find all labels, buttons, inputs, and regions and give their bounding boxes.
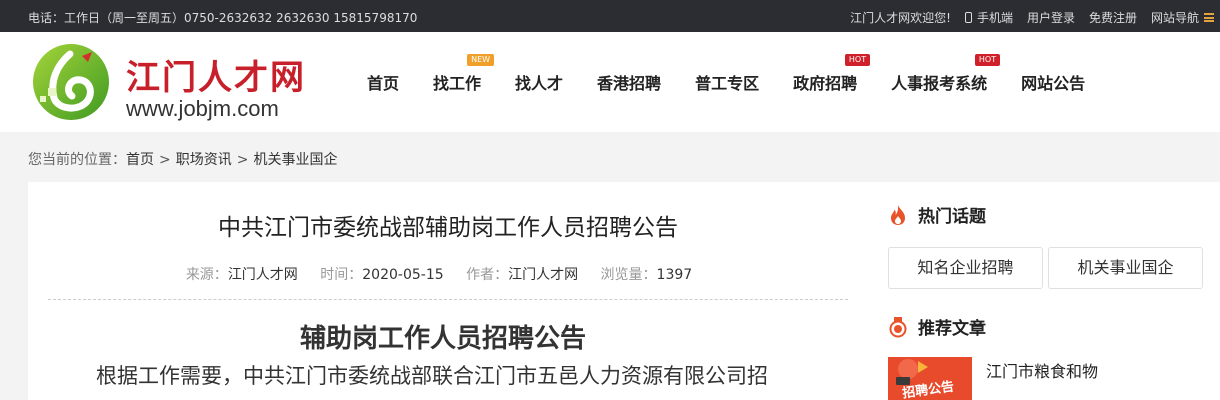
author-label: 作者： — [466, 267, 509, 283]
breadcrumb-category[interactable]: 机关事业国企 — [253, 152, 337, 168]
logo-name: 江门人才网 — [126, 58, 306, 98]
medal-icon — [889, 316, 907, 337]
recommend-title: 推荐文章 — [918, 319, 986, 339]
header: 江门人才网 www.jobjm.com 首页 找工作 NEW 找人才 香港招聘 普… — [0, 32, 1220, 132]
source-label: 来源： — [185, 267, 228, 283]
article-thumbnail[interactable]: 招聘公告 — [888, 357, 972, 400]
hot-badge: HOT — [974, 54, 1001, 66]
mobile-label: 手机端 — [976, 11, 1013, 25]
welcome-text: 江门人才网欢迎您! — [850, 11, 951, 25]
article-meta: 来源：江门人才网 时间：2020-05-15 作者：江门人才网 浏览量：1397 — [28, 264, 868, 284]
login-link[interactable]: 用户登录 — [1027, 9, 1075, 26]
time-value: 2020-05-15 — [362, 267, 444, 283]
nav-label: 普工专区 — [695, 74, 760, 93]
register-link[interactable]: 免费注册 — [1089, 9, 1137, 26]
mobile-link[interactable]: 手机端 — [964, 9, 1013, 26]
breadcrumb: 您当前的位置：首页 > 职场资讯 > 机关事业国企 — [28, 149, 337, 169]
source-value: 江门人才网 — [227, 267, 298, 283]
nav-label: 政府招聘 — [793, 74, 858, 93]
menu-icon — [1204, 13, 1214, 22]
time-label: 时间： — [320, 267, 363, 283]
nav-label: 首页 — [367, 74, 400, 93]
nav-label: 人事报考系统 — [891, 74, 988, 93]
top-bar-links: 江门人才网欢迎您! 手机端 用户登录 免费注册 网站导航 — [850, 9, 1220, 26]
topic-tag[interactable]: 机关事业国企 — [1048, 247, 1203, 289]
hot-topics-title: 热门话题 — [918, 207, 986, 227]
nav-hk-jobs[interactable]: 香港招聘 — [580, 70, 678, 94]
nav-find-job[interactable]: 找工作 NEW — [416, 54, 498, 94]
hot-badge: HOT — [844, 54, 871, 66]
nav-find-talent[interactable]: 找人才 — [498, 70, 580, 94]
article-title: 中共江门市委统战部辅助岗工作人员招聘公告 — [218, 215, 678, 241]
flame-icon — [891, 204, 905, 225]
nav-general-workers[interactable]: 普工专区 — [678, 70, 776, 94]
nav-gov-jobs[interactable]: 政府招聘 HOT — [776, 54, 874, 94]
breadcrumb-news[interactable]: 职场资讯 — [176, 152, 232, 168]
hot-topics-heading: 热门话题 — [888, 202, 986, 227]
new-badge: NEW — [467, 54, 495, 66]
site-logo[interactable]: 江门人才网 www.jobjm.com — [30, 40, 320, 124]
nav-label: 网站公告 — [1021, 74, 1086, 93]
nav-label: 香港招聘 — [597, 74, 662, 93]
logo-url: www.jobjm.com — [126, 96, 279, 121]
content-paragraph: 根据工作需要，中共江门市委统战部联合江门市五邑人力资源有限公司招 — [96, 364, 768, 388]
contact-info: 电话：工作日（周一至周五）0750-2632632 2632630 158157… — [28, 11, 418, 25]
phone-icon — [964, 12, 972, 23]
breadcrumb-prefix: 您当前的位置： — [28, 152, 126, 168]
site-nav-link[interactable]: 网站导航 — [1151, 9, 1214, 26]
sidebar: 热门话题 知名企业招聘 机关事业国企 推荐文章 招聘公告 江门市粮食和物 — [868, 182, 1220, 400]
top-bar: 电话：工作日（周一至周五）0750-2632632 2632630 158157… — [0, 0, 1220, 32]
site-nav-label: 网站导航 — [1150, 11, 1199, 25]
recommend-heading: 推荐文章 — [888, 314, 986, 339]
topic-tag[interactable]: 知名企业招聘 — [888, 247, 1043, 289]
nav-announcements[interactable]: 网站公告 — [1004, 70, 1102, 94]
content-heading: 辅助岗工作人员招聘公告 — [299, 324, 586, 354]
breadcrumb-home[interactable]: 首页 — [126, 152, 154, 168]
nav-exam-system[interactable]: 人事报考系统 HOT — [874, 54, 1004, 94]
breadcrumb-separator: > — [159, 152, 171, 168]
breadcrumb-separator: > — [236, 152, 249, 168]
main-nav: 首页 找工作 NEW 找人才 香港招聘 普工专区 政府招聘 HOT 人事报考系统 HO… — [350, 32, 1102, 132]
views-label: 浏览量： — [600, 267, 657, 283]
nav-label: 找人才 — [515, 74, 564, 93]
author-value: 江门人才网 — [508, 267, 579, 283]
article-panel: 中共江门市委统战部辅助岗工作人员招聘公告 来源：江门人才网 时间：2020-05… — [28, 182, 868, 400]
logo-mark-icon — [33, 44, 109, 120]
recommended-article-link[interactable]: 江门市粮食和物 — [986, 358, 1098, 382]
nav-home[interactable]: 首页 — [350, 70, 416, 94]
nav-label: 找工作 — [433, 74, 482, 93]
views-value: 1397 — [656, 267, 693, 283]
divider — [48, 299, 848, 300]
